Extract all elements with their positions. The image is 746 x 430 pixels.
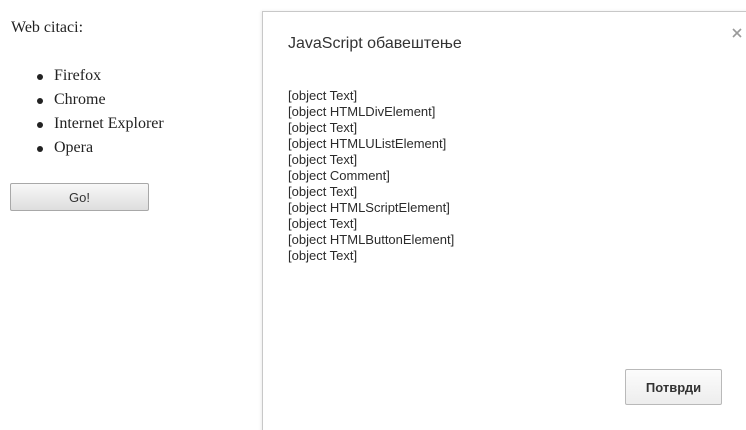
list-item: Opera: [36, 136, 164, 160]
message-line: [object Text]: [288, 184, 358, 199]
page-heading: Web citaci:: [11, 19, 84, 36]
list-item: Firefox: [36, 64, 164, 88]
message-line: [object Text]: [288, 152, 358, 167]
message-line: [object HTMLButtonElement]: [288, 232, 455, 247]
web-page: Web citaci: Firefox Chrome Internet Expl…: [0, 0, 262, 430]
confirm-button[interactable]: Потврди: [625, 369, 722, 405]
message-line: [object Text]: [288, 248, 358, 263]
alert-dialog: JavaScript обавештење [object Text] [obj…: [262, 11, 746, 430]
dialog-message: [object Text] [object HTMLDivElement] [o…: [288, 88, 454, 264]
message-line: [object Text]: [288, 88, 358, 103]
message-line: [object Text]: [288, 216, 358, 231]
message-line: [object HTMLUListElement]: [288, 136, 447, 151]
list-item: Internet Explorer: [36, 112, 164, 136]
close-icon[interactable]: [730, 26, 744, 40]
browser-list: Firefox Chrome Internet Explorer Opera: [36, 64, 164, 160]
message-line: [object Comment]: [288, 168, 390, 183]
message-line: [object HTMLDivElement]: [288, 104, 436, 119]
go-button[interactable]: Go!: [10, 183, 149, 211]
dialog-title: JavaScript обавештење: [288, 35, 462, 52]
message-line: [object HTMLScriptElement]: [288, 200, 450, 215]
message-line: [object Text]: [288, 120, 358, 135]
list-item: Chrome: [36, 88, 164, 112]
